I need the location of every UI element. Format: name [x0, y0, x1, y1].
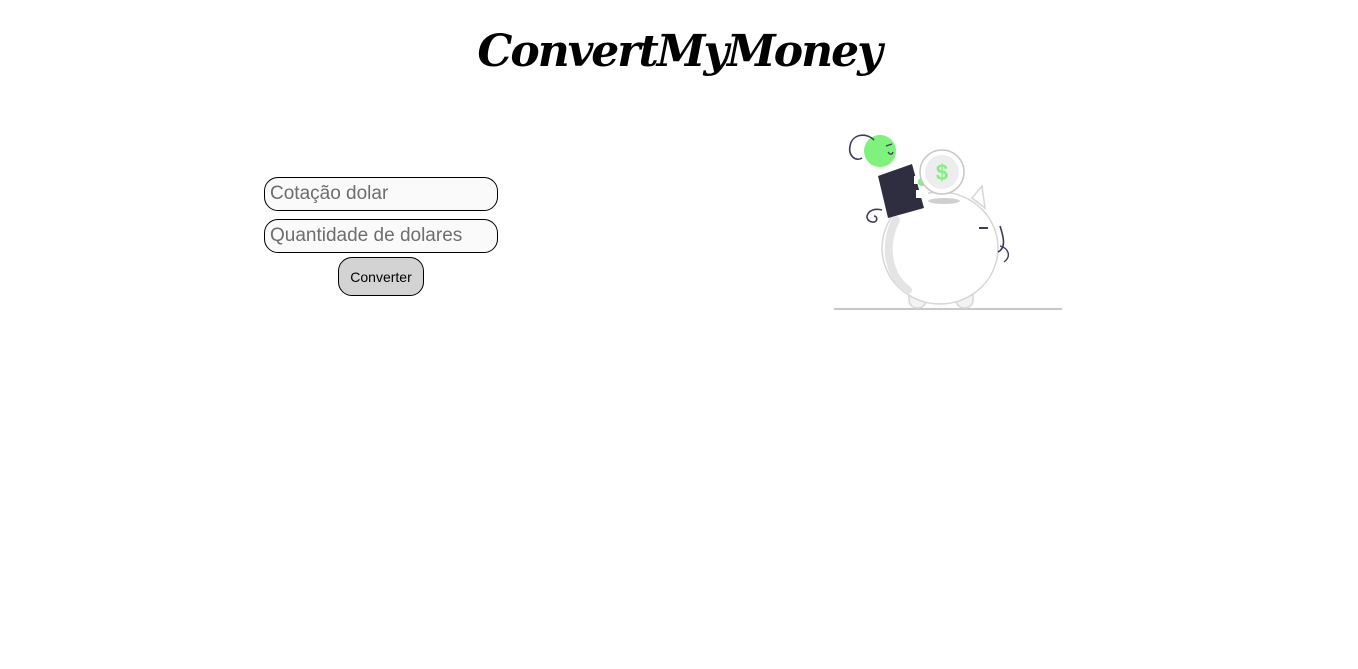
piggy-bank-illustration: $: [834, 134, 1062, 310]
conversion-form: Converter: [264, 177, 498, 296]
coin-icon: $: [919, 149, 965, 195]
dollar-amount-input[interactable]: [264, 219, 498, 253]
convert-button[interactable]: Converter: [338, 257, 424, 296]
page: ConvertMyMoney Converter: [0, 0, 1358, 669]
dollar-sign-icon: $: [936, 160, 948, 185]
exchange-rate-input[interactable]: [264, 177, 498, 211]
person-icon: [848, 134, 928, 218]
button-row: Converter: [264, 257, 498, 296]
page-title: ConvertMyMoney: [477, 26, 882, 77]
